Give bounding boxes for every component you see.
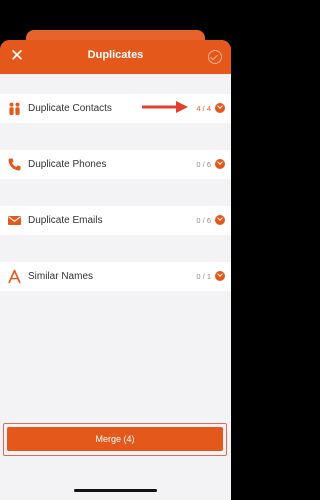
header-bar: ✕ Duplicates [0,40,231,74]
chevron-down-icon[interactable] [215,215,225,225]
duplicates-sheet: ✕ Duplicates Duplicate Contacts 4 / 4 Du… [0,40,231,500]
row-duplicate-contacts[interactable]: Duplicate Contacts 4 / 4 [0,94,231,123]
row-count: 0 / 6 [196,160,211,169]
envelope-icon [8,216,21,225]
chevron-down-icon[interactable] [215,271,225,281]
row-duplicate-emails[interactable]: Duplicate Emails 0 / 6 [0,206,231,235]
phone-icon [8,158,21,171]
people-icon [9,102,20,115]
page-title: Duplicates [87,49,144,61]
row-label: Similar Names [28,271,94,282]
merge-button[interactable]: Merge (4) [7,427,223,451]
chevron-down-icon[interactable] [215,159,225,169]
check-circle-icon[interactable] [208,50,222,64]
home-indicator [74,489,157,492]
arrow-right-icon [142,101,188,113]
row-count: 4 / 4 [196,104,211,113]
letter-a-icon [8,269,21,284]
row-count: 0 / 6 [196,216,211,225]
row-duplicate-phones[interactable]: Duplicate Phones 0 / 6 [0,150,231,179]
chevron-down-icon[interactable] [215,103,225,113]
row-label: Duplicate Contacts [28,103,112,114]
row-similar-names[interactable]: Similar Names 0 / 1 [0,262,231,291]
row-label: Duplicate Phones [28,159,107,170]
row-count: 0 / 1 [196,272,211,281]
row-label: Duplicate Emails [28,215,103,226]
